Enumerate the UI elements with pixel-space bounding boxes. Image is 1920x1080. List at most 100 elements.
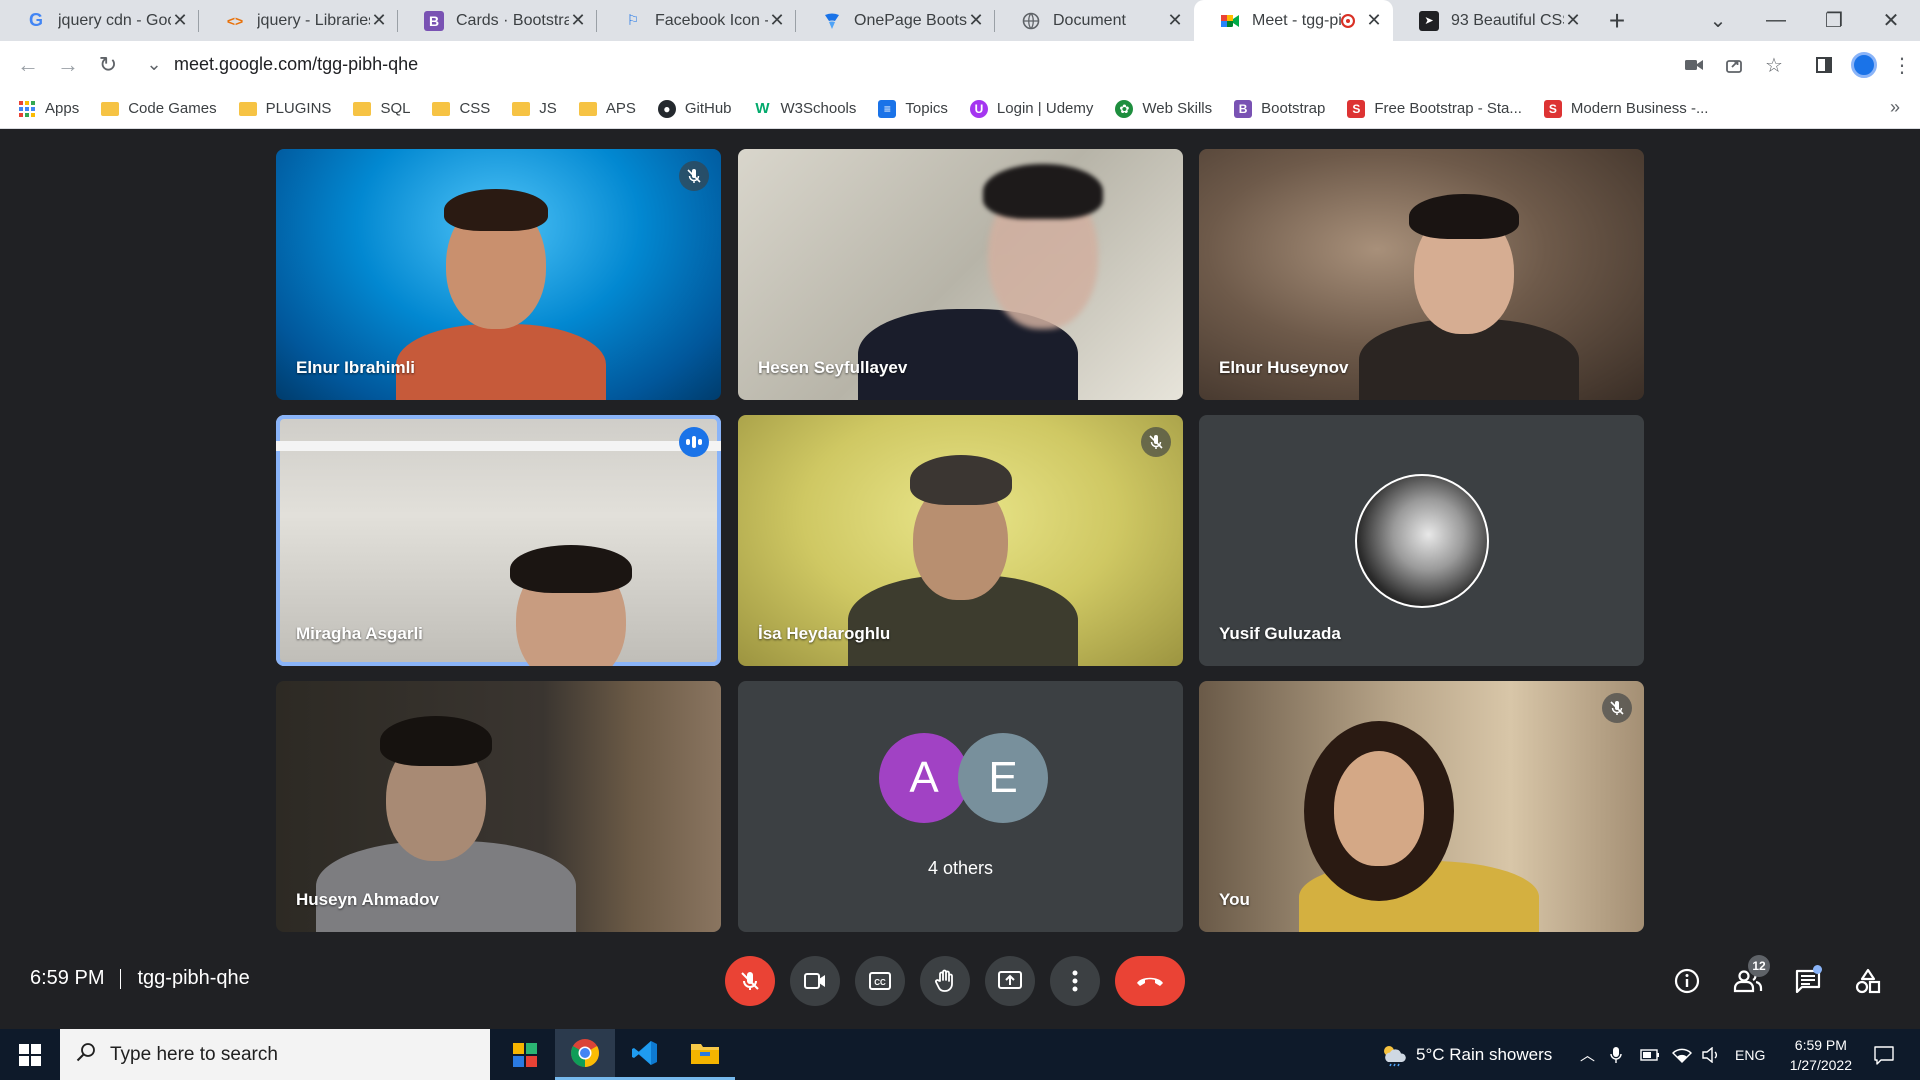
folder-icon (353, 101, 372, 116)
participant-tile[interactable]: İsa Heydaroghlu (738, 415, 1183, 666)
document-icon: ≡ (878, 99, 897, 118)
taskbar-app-vscode[interactable] (615, 1029, 675, 1080)
minimize-button[interactable]: — (1747, 0, 1805, 41)
close-tab-icon[interactable]: ✕ (1365, 10, 1383, 31)
meeting-details-button[interactable] (1667, 961, 1707, 1001)
participant-tile[interactable]: Elnur Ibrahimli (276, 149, 721, 400)
leave-call-button[interactable] (1115, 956, 1185, 1006)
info-icon (1674, 968, 1700, 994)
tab-document[interactable]: Document ✕ (995, 0, 1194, 41)
taskbar-app-file-explorer[interactable] (675, 1029, 735, 1080)
bookmark-folder-aps[interactable]: APS (578, 100, 636, 117)
hand-icon (935, 969, 953, 992)
startbootstrap-icon: S (1543, 99, 1562, 118)
taskbar-clock[interactable]: 6:59 PM 1/27/2022 (1790, 1035, 1852, 1075)
wifi-icon[interactable] (1672, 1029, 1692, 1080)
participant-tile-active-speaker[interactable]: Miragha Asgarli (276, 415, 721, 666)
microphone-tray-icon[interactable] (1610, 1029, 1622, 1080)
back-arrow-icon[interactable]: ← (8, 45, 48, 85)
bookmark-folder-sql[interactable]: SQL (353, 100, 410, 117)
bookmark-topics[interactable]: ≡ Topics (878, 99, 948, 118)
notifications-icon[interactable] (1866, 1029, 1902, 1080)
bookmarks-bar: Apps Code Games PLUGINS SQL CSS JS APS ●… (0, 89, 1920, 129)
url-text[interactable]: meet.google.com/tgg-pibh-qhe (174, 54, 418, 75)
forward-arrow-icon[interactable]: → (48, 45, 88, 85)
tab-jquery-libraries[interactable]: <> jquery - Libraries ✕ (199, 0, 398, 41)
bookmark-web-skills[interactable]: ✿ Web Skills (1115, 99, 1212, 118)
close-tab-icon[interactable]: ✕ (370, 10, 388, 31)
others-tile[interactable]: A E 4 others (738, 681, 1183, 932)
bookmark-free-bootstrap[interactable]: S Free Bootstrap - Sta... (1347, 99, 1522, 118)
weather-widget[interactable]: 5°C Rain showers (1380, 1029, 1552, 1080)
activities-button[interactable] (1848, 961, 1888, 1001)
bookmark-bootstrap[interactable]: B Bootstrap (1234, 99, 1325, 118)
captions-button[interactable]: CC (855, 956, 905, 1006)
closed-captions-icon: CC (869, 972, 891, 990)
close-tab-icon[interactable]: ✕ (1166, 10, 1184, 31)
bookmark-folder-plugins[interactable]: PLUGINS (238, 100, 331, 117)
bookmark-w3schools[interactable]: W W3Schools (754, 100, 856, 118)
start-button[interactable] (0, 1029, 60, 1080)
bookmark-folder-js[interactable]: JS (512, 100, 557, 117)
search-placeholder: Type here to search (110, 1043, 278, 1065)
close-tab-icon[interactable]: ✕ (1564, 10, 1582, 31)
taskbar-app-jam[interactable] (495, 1029, 555, 1080)
bookmark-udemy[interactable]: U Login | Udemy (969, 99, 1093, 118)
address-bar[interactable]: ⌄ meet.google.com/tgg-pibh-qhe (134, 45, 1664, 83)
apps-grid-icon (18, 100, 36, 118)
bookmark-github[interactable]: ● GitHub (657, 99, 732, 118)
bookmark-apps[interactable]: Apps (18, 100, 79, 118)
volume-icon[interactable] (1702, 1029, 1722, 1080)
taskbar-search-box[interactable]: Type here to search (60, 1029, 490, 1080)
more-options-button[interactable] (1050, 956, 1100, 1006)
bookmark-folder-css[interactable]: CSS (432, 100, 490, 117)
camera-in-use-icon[interactable] (1674, 45, 1714, 85)
tab-bootstrap-cards[interactable]: B Cards · Bootstrap ✕ (398, 0, 597, 41)
battery-icon[interactable] (1640, 1029, 1660, 1080)
participant-name: Huseyn Ahmadov (296, 890, 439, 909)
taskbar-app-chrome[interactable] (555, 1029, 615, 1080)
raise-hand-button[interactable] (920, 956, 970, 1006)
participant-tile[interactable]: Huseyn Ahmadov (276, 681, 721, 932)
participant-tile[interactable]: Hesen Seyfullayev (738, 149, 1183, 400)
tab-search-icon[interactable]: ⌄ (1689, 0, 1747, 41)
close-tab-icon[interactable]: ✕ (768, 10, 786, 31)
onepage-icon (822, 11, 842, 31)
show-hidden-icons-icon[interactable]: ︿ (1580, 1029, 1595, 1080)
camera-toggle-button[interactable] (790, 956, 840, 1006)
people-count-badge: 12 (1748, 955, 1770, 977)
site-info-icon[interactable]: ⌄ (134, 54, 174, 75)
code-brackets-icon: <> (226, 12, 244, 29)
mic-toggle-button[interactable] (725, 956, 775, 1006)
close-window-button[interactable]: ✕ (1862, 0, 1920, 41)
tab-onepage-bootstrap[interactable]: OnePage Bootstra ✕ (796, 0, 995, 41)
reload-icon[interactable]: ↻ (88, 45, 128, 85)
tab-facebook-icon[interactable]: ⚐ Facebook Icon - F ✕ (597, 0, 796, 41)
participant-tile[interactable]: Yusif Guluzada (1199, 415, 1644, 666)
present-screen-button[interactable] (985, 956, 1035, 1006)
participant-tile-self[interactable]: You (1199, 681, 1644, 932)
more-bookmarks-icon[interactable]: » (1890, 97, 1900, 118)
bookmark-folder-code-games[interactable]: Code Games (101, 100, 217, 117)
restore-button[interactable]: ❐ (1805, 0, 1863, 41)
share-icon[interactable] (1714, 45, 1754, 85)
bookmark-star-icon[interactable]: ☆ (1754, 45, 1794, 85)
chat-button[interactable] (1788, 961, 1828, 1001)
language-indicator[interactable]: ENG (1735, 1029, 1765, 1080)
tab-jquery-cdn[interactable]: G jquery cdn - Goog ✕ (0, 0, 199, 41)
people-button[interactable]: 12 (1728, 955, 1770, 1001)
profile-avatar[interactable] (1844, 45, 1884, 85)
close-tab-icon[interactable]: ✕ (569, 10, 587, 31)
chrome-menu-icon[interactable]: ⋮ (1884, 45, 1920, 85)
others-count-label: 4 others (927, 858, 994, 878)
side-panel-icon[interactable] (1804, 45, 1844, 85)
clock-date: 1/27/2022 (1789, 1057, 1852, 1073)
tab-meet[interactable]: Meet - tgg-pi ✕ (1194, 0, 1393, 41)
tab-beautiful-css[interactable]: ➤ 93 Beautiful CSS ✕ (1393, 0, 1592, 41)
bookmark-modern-business[interactable]: S Modern Business -... (1543, 99, 1708, 118)
participant-tile[interactable]: Elnur Huseynov (1199, 149, 1644, 400)
new-tab-button[interactable]: + (1592, 0, 1642, 41)
participant-name: Elnur Ibrahimli (296, 358, 416, 377)
close-tab-icon[interactable]: ✕ (171, 10, 189, 31)
close-tab-icon[interactable]: ✕ (967, 10, 985, 31)
